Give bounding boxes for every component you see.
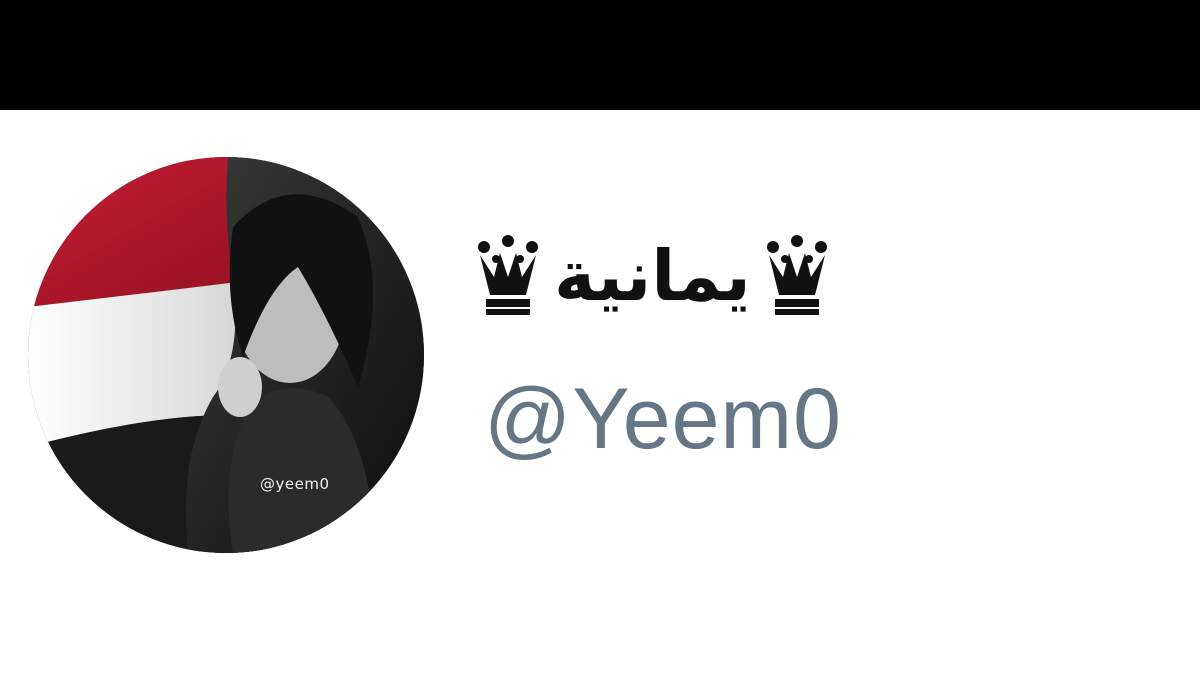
display-name[interactable]: يمانية	[476, 226, 1016, 326]
top-black-bar	[0, 0, 1200, 110]
avatar-watermark: @yeem0	[260, 475, 330, 493]
display-name-text: يمانية	[554, 235, 751, 317]
avatar-image	[28, 157, 424, 553]
crown-icon	[766, 235, 827, 315]
user-handle[interactable]: @Yeem0	[484, 376, 842, 462]
profile-avatar[interactable]: @yeem0	[28, 157, 424, 553]
crown-icon	[478, 235, 538, 315]
